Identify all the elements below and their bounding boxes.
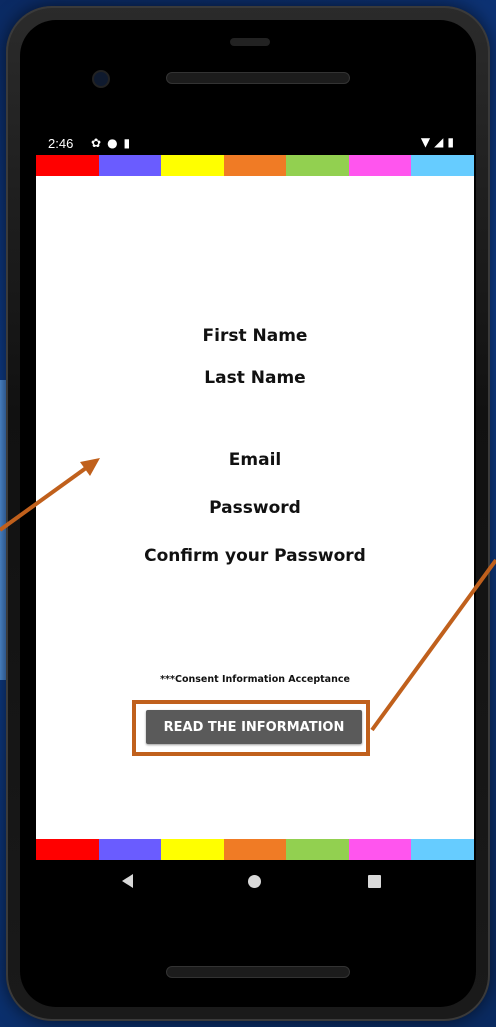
annotation-arrow-right	[370, 558, 496, 732]
annotation-arrow-left	[0, 466, 88, 532]
annotation-arrows	[0, 458, 496, 732]
annotation-arrowhead-left	[80, 458, 100, 476]
